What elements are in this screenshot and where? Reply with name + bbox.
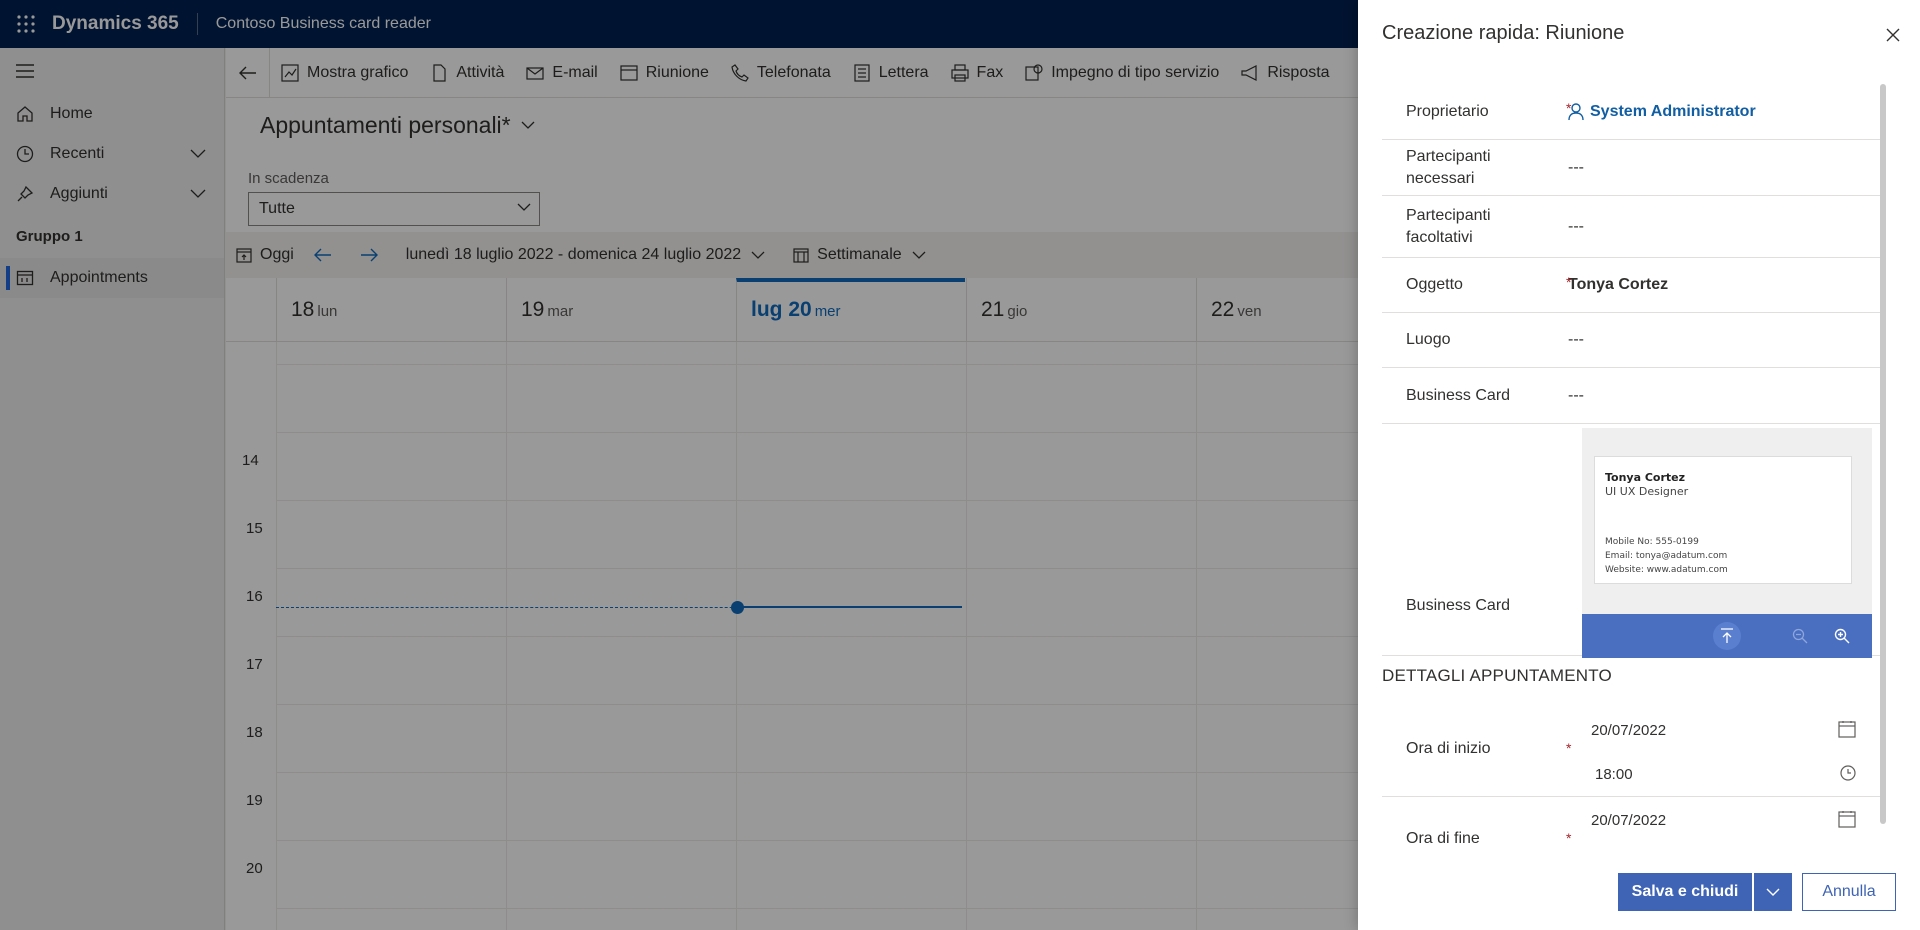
business-card-image-label: Business Card	[1406, 597, 1511, 614]
card-contact: Mobile No: 555-0199 Email: tonya@adatum.…	[1605, 535, 1728, 577]
divider	[1382, 796, 1884, 797]
card-mobile: Mobile No: 555-0199	[1605, 537, 1699, 547]
card-name: Tonya Cortez	[1605, 471, 1686, 484]
upload-button[interactable]	[1713, 622, 1741, 650]
upload-icon	[1721, 628, 1733, 643]
owner-row: Proprietario * System Administrator	[1382, 84, 1884, 140]
business-card-label: Business Card	[1406, 386, 1511, 404]
start-date-field[interactable]: 20/07/2022	[1591, 722, 1666, 739]
calendar-icon[interactable]	[1838, 720, 1856, 743]
zoom-in-icon	[1834, 628, 1850, 644]
optional-attendees-row: Partecipanti facoltativi ---	[1382, 196, 1884, 258]
save-options-button[interactable]	[1754, 873, 1792, 911]
optional-attendees-label: Partecipanti facoltativi	[1406, 206, 1491, 246]
close-button[interactable]	[1886, 28, 1900, 47]
business-card-viewer: Tonya Cortez UI UX Designer Mobile No: 5…	[1582, 428, 1872, 658]
save-and-close-button[interactable]: Salva e chiudi	[1618, 873, 1752, 911]
zoom-out-button[interactable]	[1786, 622, 1814, 650]
location-field[interactable]: ---	[1552, 331, 1584, 349]
location-label: Luogo	[1406, 331, 1451, 348]
card-email: Email: tonya@adatum.com	[1605, 551, 1728, 561]
subject-row: Oggetto * Tonya Cortez	[1382, 258, 1884, 313]
business-card-row: Business Card ---	[1382, 368, 1884, 424]
start-time-label: Ora di inizio	[1406, 740, 1491, 757]
card-website: Website: www.adatum.com	[1605, 565, 1728, 575]
panel-title: Creazione rapida: Riunione	[1382, 22, 1625, 44]
location-row: Luogo ---	[1382, 313, 1884, 368]
scrollbar[interactable]	[1880, 84, 1886, 824]
required-marker: *	[1566, 740, 1572, 756]
subject-label: Oggetto	[1406, 276, 1463, 293]
zoom-in-button[interactable]	[1828, 622, 1856, 650]
required-attendees-label: Partecipanti necessari	[1406, 147, 1491, 187]
section-title: DETTAGLI APPUNTAMENTO	[1382, 666, 1612, 685]
zoom-out-icon	[1792, 628, 1808, 644]
chevron-down-icon	[1766, 888, 1780, 896]
required-marker: *	[1566, 830, 1572, 846]
business-card-image[interactable]: Tonya Cortez UI UX Designer Mobile No: 5…	[1594, 456, 1852, 584]
owner-value: System Administrator	[1590, 102, 1756, 120]
card-title: UI UX Designer	[1605, 485, 1689, 498]
close-icon	[1886, 28, 1900, 42]
cancel-button[interactable]: Annulla	[1802, 873, 1896, 911]
modal-overlay[interactable]	[0, 0, 1358, 930]
end-date-field[interactable]: 20/07/2022	[1591, 812, 1666, 829]
image-toolbar	[1582, 614, 1872, 658]
required-attendees-field[interactable]: ---	[1552, 159, 1584, 177]
owner-lookup[interactable]: System Administrator	[1552, 103, 1756, 121]
required-attendees-row: Partecipanti necessari ---	[1382, 140, 1884, 196]
business-card-field[interactable]: ---	[1552, 387, 1584, 405]
calendar-icon[interactable]	[1838, 810, 1856, 833]
optional-attendees-field[interactable]: ---	[1552, 218, 1584, 236]
start-time-field[interactable]: 18:00	[1595, 766, 1633, 783]
end-time-label: Ora di fine	[1406, 830, 1480, 847]
owner-label: Proprietario	[1406, 102, 1489, 120]
clock-icon[interactable]	[1840, 765, 1856, 786]
quick-create-panel: Creazione rapida: Riunione Proprietario …	[1358, 0, 1920, 930]
required-marker: *	[1566, 100, 1572, 116]
required-marker: *	[1566, 274, 1572, 290]
